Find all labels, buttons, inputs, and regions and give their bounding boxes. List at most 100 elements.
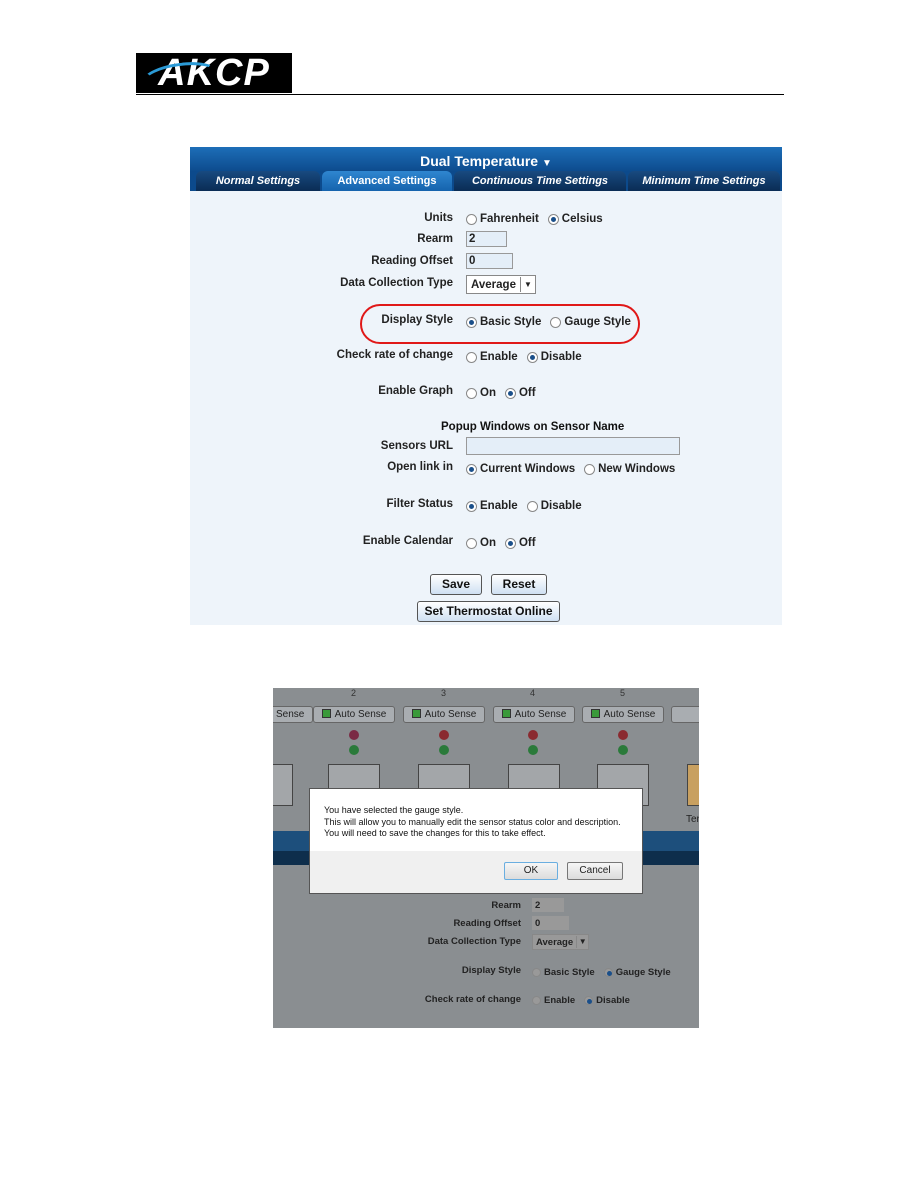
- rearm-label: Rearm: [417, 233, 453, 245]
- sensor-number: 3: [441, 688, 447, 698]
- gauge-style-radio[interactable]: [603, 968, 613, 977]
- current-windows-label: Current Windows: [480, 463, 576, 475]
- graph-off-label: Off: [518, 387, 536, 399]
- sensor-title-bar[interactable]: Dual Temperature ▼: [190, 147, 782, 172]
- fahrenheit-radio[interactable]: [466, 213, 477, 225]
- status-square-icon: [501, 709, 511, 718]
- basic-style-radio[interactable]: [532, 968, 541, 977]
- popup-heading: Popup Windows on Sensor Name: [441, 421, 625, 433]
- sensor-number: 5: [620, 688, 626, 698]
- enable-calendar-label: Enable Calendar: [362, 535, 453, 547]
- calendar-on-label: On: [480, 537, 496, 549]
- green-led-icon: [439, 745, 449, 755]
- tab-bar: Normal Settings Advanced Settings Contin…: [190, 171, 782, 191]
- status-square-icon: [321, 709, 331, 718]
- rate-enable-radio[interactable]: [466, 351, 477, 363]
- status-square-icon: [411, 709, 421, 718]
- new-windows-radio[interactable]: [584, 463, 596, 475]
- red-led-icon: [349, 730, 359, 740]
- advanced-settings-screenshot: Dual Temperature ▼ Normal Settings Advan…: [190, 147, 782, 625]
- auto-sense-button[interactable]: Auto Sense: [582, 706, 664, 723]
- tab-normal-settings[interactable]: Normal Settings: [196, 171, 320, 191]
- rate-disable-radio[interactable]: [584, 996, 594, 1005]
- rearm-label: Rearm: [491, 900, 521, 911]
- celsius-radio[interactable]: [547, 213, 559, 225]
- auto-sense-button[interactable]: Auto Sense: [313, 706, 395, 723]
- green-led-icon: [528, 745, 538, 755]
- filter-enable-label: Enable: [480, 500, 518, 512]
- set-thermostat-online-button[interactable]: Set Thermostat Online: [417, 601, 560, 622]
- status-square-icon: [590, 709, 600, 718]
- basic-style-label: Basic Style: [480, 316, 542, 328]
- dropdown-arrow-icon[interactable]: ▼: [542, 158, 552, 169]
- rate-of-change-label: Check rate of change: [336, 349, 453, 361]
- calendar-on-radio[interactable]: [466, 537, 477, 549]
- reading-offset-input[interactable]: 0: [532, 916, 569, 930]
- partial-sensor-label: Ter: [686, 814, 699, 825]
- auto-sense-button[interactable]: Auto Sense: [493, 706, 575, 723]
- filter-enable-radio[interactable]: [466, 500, 477, 512]
- akcp-logo: AKCP: [136, 52, 292, 97]
- data-collection-select[interactable]: Average ▼: [466, 275, 536, 294]
- header-rule: [136, 94, 784, 95]
- tab-minimum-time-settings[interactable]: Minimum Time Settings: [628, 171, 780, 191]
- chevron-down-icon[interactable]: ▼: [576, 936, 588, 948]
- reading-offset-input[interactable]: 0: [466, 253, 513, 269]
- rate-disable-label: Disable: [540, 351, 582, 363]
- reset-button[interactable]: Reset: [491, 574, 547, 595]
- rearm-input[interactable]: 2: [532, 898, 564, 912]
- red-led-icon: [528, 730, 538, 740]
- auto-sense-button[interactable]: Auto Sense: [403, 706, 485, 723]
- gauge-icon: [687, 764, 699, 806]
- graph-off-radio[interactable]: [504, 387, 516, 399]
- save-button[interactable]: Save: [430, 574, 482, 595]
- document-page: AKCP Dual Temperature ▼ Normal Settings …: [0, 0, 918, 1188]
- filter-disable-radio[interactable]: [526, 500, 538, 512]
- data-collection-label: Data Collection Type: [340, 277, 453, 289]
- new-windows-label: New Windows: [598, 463, 676, 475]
- auto-sense-button[interactable]: Auto Sense: [273, 706, 313, 723]
- graph-on-radio[interactable]: [466, 387, 477, 399]
- green-led-icon: [349, 745, 359, 755]
- units-radio-group: Fahrenheit Celsius: [466, 213, 603, 225]
- data-collection-value: Average: [471, 278, 516, 291]
- dialog-message: You have selected the gauge style. This …: [324, 805, 621, 838]
- sensors-url-input[interactable]: [466, 437, 680, 455]
- calendar-off-radio[interactable]: [504, 537, 516, 549]
- auto-sense-button[interactable]: [671, 706, 699, 723]
- red-led-icon: [439, 730, 449, 740]
- data-collection-select[interactable]: Average ▼: [532, 934, 590, 950]
- sensor-number: 2: [351, 688, 357, 698]
- basic-style-radio[interactable]: [466, 316, 477, 328]
- tab-advanced-settings[interactable]: Advanced Settings: [322, 171, 452, 191]
- celsius-label: Celsius: [561, 213, 603, 225]
- reading-offset-label: Reading Offset: [371, 255, 453, 267]
- open-link-label: Open link in: [387, 461, 453, 473]
- gauge-style-radio[interactable]: [550, 316, 562, 328]
- units-label: Units: [424, 212, 453, 224]
- gauge-style-label: Gauge Style: [564, 316, 631, 328]
- enable-graph-label: Enable Graph: [378, 385, 453, 397]
- rate-enable-label: Enable: [480, 351, 518, 363]
- calendar-off-label: Off: [518, 537, 536, 549]
- ok-button[interactable]: OK: [504, 862, 558, 880]
- data-collection-label: Data Collection Type: [427, 936, 521, 947]
- rate-disable-radio[interactable]: [526, 351, 538, 363]
- tab-continuous-time-settings[interactable]: Continuous Time Settings: [454, 171, 626, 191]
- sensors-url-label: Sensors URL: [380, 440, 453, 452]
- red-led-icon: [618, 730, 628, 740]
- rate-of-change-label: Check rate of change: [424, 994, 521, 1005]
- sensor-port-icon: [273, 764, 293, 806]
- fahrenheit-label: Fahrenheit: [480, 213, 539, 225]
- current-windows-radio[interactable]: [466, 463, 477, 475]
- chevron-down-icon[interactable]: ▼: [519, 277, 535, 292]
- green-led-icon: [618, 745, 628, 755]
- gauge-style-dialog-screenshot: Auto Sense 2 3 4 5 Auto Sense Auto Sense…: [273, 688, 699, 1028]
- sensor-number: 4: [530, 688, 536, 698]
- rate-enable-radio[interactable]: [532, 996, 541, 1005]
- display-style-label: Display Style: [381, 314, 453, 326]
- display-style-label: Display Style: [461, 965, 521, 976]
- rearm-input[interactable]: 2: [466, 231, 507, 247]
- graph-on-label: On: [480, 387, 496, 399]
- cancel-button[interactable]: Cancel: [567, 862, 623, 880]
